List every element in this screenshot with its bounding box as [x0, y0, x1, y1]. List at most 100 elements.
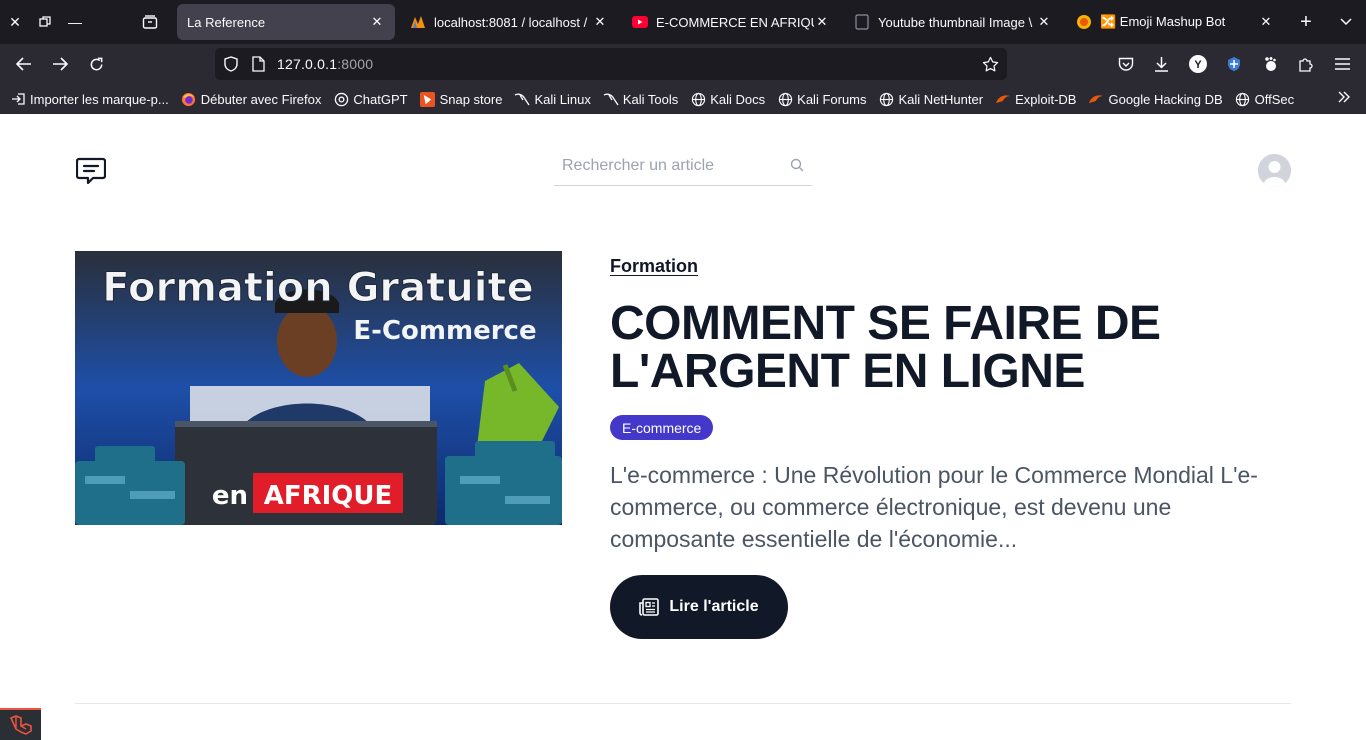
tab-youtube-thumbnail[interactable]: Youtube thumbnail Image \ ✕: [844, 4, 1062, 40]
tab-ecommerce-youtube[interactable]: E-COMMERCE EN AFRIQUE ✕: [622, 4, 840, 40]
url-port: :8000: [337, 56, 374, 72]
thumbnail-artwork: Formation Gratuite E-Commerce en AFRIQUE: [75, 251, 562, 525]
bookmark-label: OffSec: [1254, 91, 1295, 107]
gnome-extension-icon[interactable]: [1258, 52, 1282, 76]
site-logo-chat-icon[interactable]: [75, 157, 107, 190]
globe-icon: [777, 91, 793, 107]
bookmark-exploit-db[interactable]: Exploit-DB: [995, 91, 1076, 107]
tab-title: 🔀 Emoji Mashup Bot: [1100, 14, 1226, 29]
thumbnail-line1: Formation Gratuite: [102, 265, 533, 311]
back-arrow-icon[interactable]: [12, 52, 36, 76]
section-divider: [75, 703, 1291, 704]
exploitdb-icon: [995, 91, 1011, 107]
bookmark-label: Kali Linux: [534, 91, 591, 107]
bookmark-label: Kali NetHunter: [898, 91, 984, 107]
bookmark-kali-docs[interactable]: Kali Docs: [690, 91, 765, 107]
close-tab-icon[interactable]: ✕: [592, 14, 608, 30]
tab-la-reference[interactable]: La Reference ✕: [177, 4, 395, 40]
search-input[interactable]: [554, 148, 784, 184]
tab-list-chevron-down-icon[interactable]: [1334, 10, 1358, 34]
tab-bar: ✕ — La Reference ✕ localhost:8081 / loca…: [0, 0, 1366, 44]
url-bar[interactable]: 127.0.0.1:8000: [215, 48, 1007, 80]
bookmarks-toolbar: Importer les marque-p... Débuter avec Fi…: [0, 84, 1366, 114]
bookmark-label: Kali Forums: [797, 91, 867, 107]
bookmark-kali-linux[interactable]: Kali Linux: [514, 91, 591, 107]
browser-chrome: ✕ — La Reference ✕ localhost:8081 / loca…: [0, 0, 1366, 114]
snap-icon: [420, 91, 436, 107]
url-text[interactable]: 127.0.0.1:8000: [277, 56, 373, 72]
download-icon[interactable]: [1149, 52, 1173, 76]
user-avatar-icon[interactable]: [1258, 154, 1291, 187]
import-icon: [10, 91, 26, 107]
kali-icon: [603, 91, 619, 107]
menu-hamburger-icon[interactable]: [1330, 52, 1354, 76]
pocket-icon[interactable]: [1114, 52, 1138, 76]
bookmark-chatgpt[interactable]: ChatGPT: [333, 91, 408, 107]
shield-icon[interactable]: [222, 55, 240, 73]
article-title[interactable]: COMMENT SE FAIRE DE L'ARGENT EN LIGNE: [610, 300, 1230, 396]
bookmark-kali-forums[interactable]: Kali Forums: [777, 91, 867, 107]
bookmark-label: Google Hacking DB: [1108, 91, 1223, 107]
page-content: Formation Gratuite E-Commerce en AFRIQUE…: [0, 114, 1366, 740]
emoji-icon: [1076, 14, 1092, 30]
tab-overview-icon[interactable]: [138, 10, 162, 34]
new-tab-icon[interactable]: +: [1294, 10, 1318, 34]
kali-icon: [514, 91, 530, 107]
forward-arrow-icon[interactable]: [48, 52, 72, 76]
thumbnail-line3-prefix: en: [212, 481, 248, 511]
extensions-puzzle-icon[interactable]: [1294, 52, 1318, 76]
reload-icon[interactable]: [84, 52, 108, 76]
yandex-extension-icon[interactable]: Y: [1186, 52, 1210, 76]
read-article-button[interactable]: Lire l'article: [610, 575, 788, 639]
article-tag-badge[interactable]: E-commerce: [610, 415, 714, 440]
laravel-debugbar-icon[interactable]: [0, 708, 41, 740]
tab-title: La Reference: [187, 14, 266, 30]
bookmark-kali-nethunter[interactable]: Kali NetHunter: [879, 91, 984, 107]
tab-title: Youtube thumbnail Image \: [878, 14, 1033, 30]
bookmark-firefox[interactable]: Débuter avec Firefox: [181, 91, 322, 107]
restore-window-icon[interactable]: [33, 10, 57, 34]
bookmark-label: Débuter avec Firefox: [200, 91, 322, 107]
page-icon: [854, 14, 870, 30]
close-tab-icon[interactable]: ✕: [1036, 14, 1052, 30]
read-article-label: Lire l'article: [669, 598, 759, 615]
bookmark-import[interactable]: Importer les marque-p...: [10, 91, 169, 107]
search-icon[interactable]: [790, 158, 804, 177]
globe-icon: [1235, 91, 1251, 107]
thumbnail-line3-highlight: AFRIQUE: [264, 481, 393, 511]
article-category-link[interactable]: Formation: [610, 256, 698, 277]
close-tab-icon[interactable]: ✕: [814, 14, 830, 30]
exploitdb-icon: [1088, 91, 1104, 107]
bookmark-label: Kali Docs: [710, 91, 766, 107]
newspaper-icon: [639, 598, 660, 616]
youtube-icon: [632, 14, 648, 30]
article-thumbnail[interactable]: Formation Gratuite E-Commerce en AFRIQUE: [75, 251, 562, 525]
tab-phpmyadmin[interactable]: localhost:8081 / localhost / ✕: [400, 4, 618, 40]
bookmark-offsec[interactable]: OffSec: [1235, 91, 1295, 107]
phpmyadmin-icon: [410, 14, 426, 30]
tab-title: E-COMMERCE EN AFRIQUE: [656, 14, 814, 30]
tab-emoji-mashup[interactable]: 🔀 Emoji Mashup Bot ✕: [1066, 4, 1284, 40]
thumbnail-line2: E-Commerce: [353, 316, 536, 346]
tab-title: localhost:8081 / localhost /: [434, 14, 588, 30]
search-box: [554, 148, 812, 186]
firefox-icon: [181, 91, 197, 107]
globe-icon: [690, 91, 706, 107]
bookmark-label: Importer les marque-p...: [30, 91, 169, 107]
page-info-icon[interactable]: [249, 55, 267, 73]
globe-icon: [879, 91, 895, 107]
bookmark-google-hacking-db[interactable]: Google Hacking DB: [1088, 91, 1223, 107]
bookmark-star-icon[interactable]: [981, 55, 999, 73]
chatgpt-icon: [333, 91, 349, 107]
bookmark-label: Kali Tools: [622, 91, 679, 107]
svg-text:Y: Y: [1194, 59, 1202, 71]
close-tab-icon[interactable]: ✕: [1258, 14, 1274, 30]
navigation-bar: 127.0.0.1:8000 Y: [0, 44, 1366, 84]
vpn-extension-icon[interactable]: [1222, 52, 1246, 76]
bookmark-kali-tools[interactable]: Kali Tools: [603, 91, 678, 107]
close-tab-icon[interactable]: ✕: [369, 14, 385, 30]
bookmark-snap-store[interactable]: Snap store: [420, 91, 502, 107]
more-bookmarks-chevron-icon[interactable]: [1337, 90, 1351, 104]
minimize-window-icon[interactable]: —: [63, 10, 87, 34]
close-window-icon[interactable]: ✕: [3, 10, 27, 34]
